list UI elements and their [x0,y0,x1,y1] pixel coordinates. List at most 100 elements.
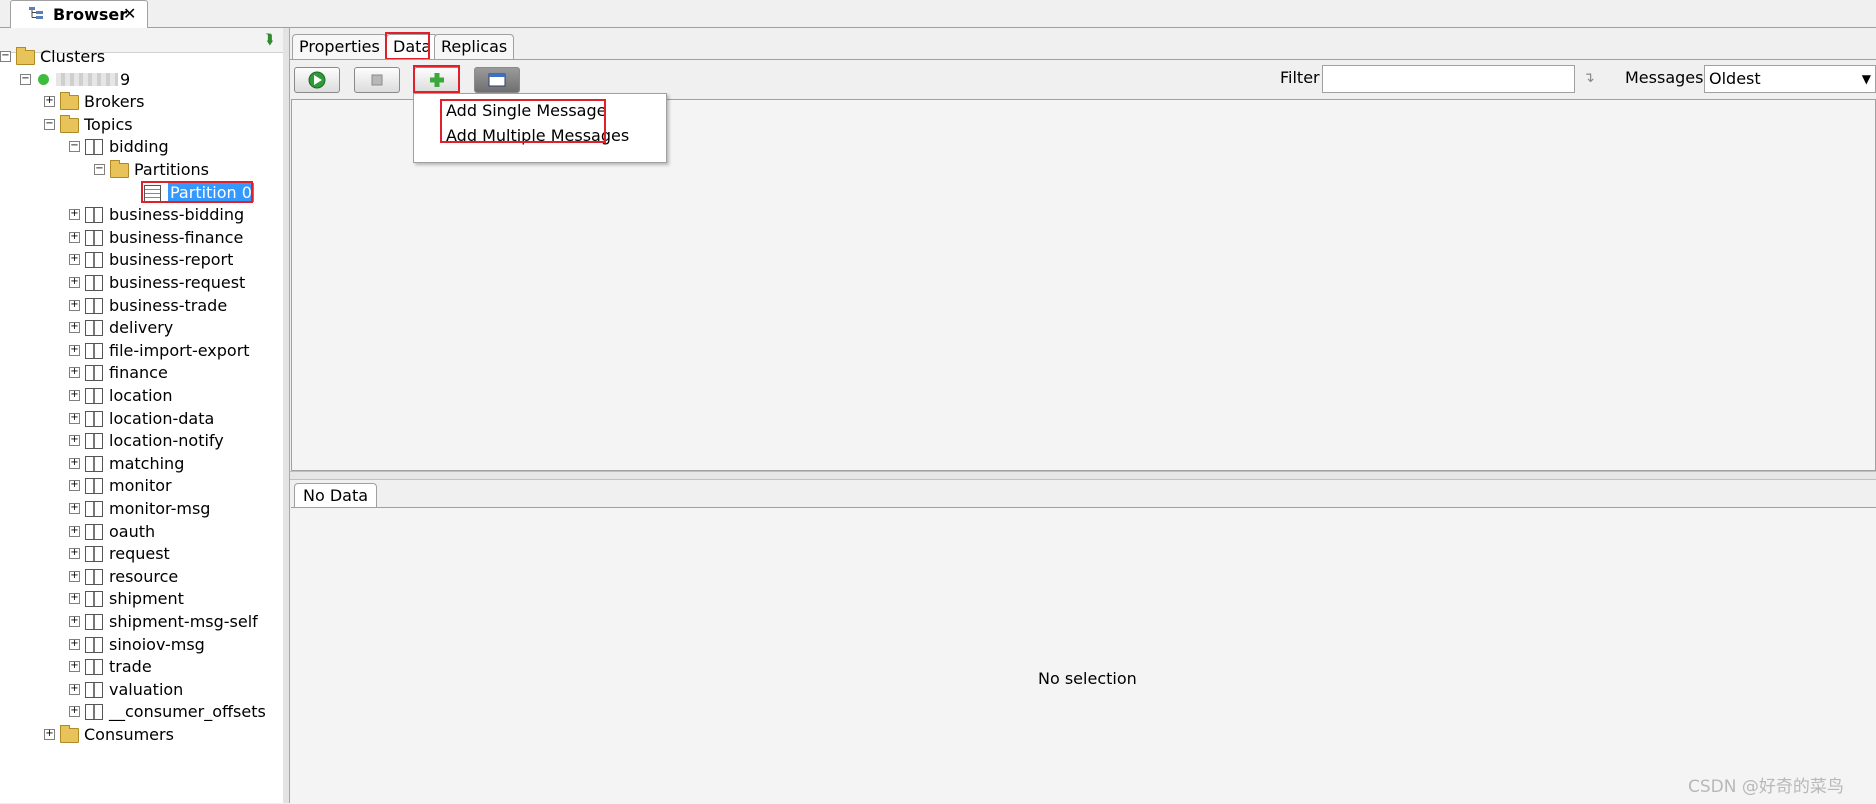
topic-book-icon [85,523,103,540]
expand-icon[interactable]: + [69,209,80,221]
messages-select[interactable]: Oldest ▼ [1704,65,1876,93]
folder-icon [60,114,79,133]
expand-icon[interactable]: + [69,638,80,650]
expand-icon[interactable]: + [69,706,80,718]
add-message-button[interactable] [414,67,460,93]
expand-icon[interactable]: + [69,299,80,311]
tab-replicas[interactable]: Replicas [434,34,515,59]
filter-input[interactable] [1322,65,1575,93]
tree-node-partitions[interactable]: − Partitions [0,159,283,181]
expand-icon[interactable]: + [69,435,80,447]
tree-node-label: monitor-msg [109,499,211,518]
play-icon [308,71,326,89]
tree-node-topic[interactable]: + location [0,385,283,407]
browser-tab[interactable]: Browser ✕ [10,0,148,28]
expand-icon[interactable]: + [69,412,80,424]
expand-icon[interactable]: + [69,322,80,334]
tree-node-topic[interactable]: + file-import-export [0,340,283,362]
expand-icon[interactable]: + [69,570,80,582]
expand-icon[interactable]: + [69,390,80,401]
tree-node-topic[interactable]: + matching [0,453,283,475]
expand-icon[interactable]: + [69,254,80,266]
status-online-icon [38,73,49,85]
topic-book-icon [85,433,103,450]
tree-node-topic[interactable]: + monitor [0,475,283,497]
expand-icon[interactable]: + [69,367,80,379]
tree-node-topic[interactable]: + request [0,543,283,565]
tree-node-topic[interactable]: + business-bidding [0,204,283,226]
expand-icon[interactable]: + [69,344,80,356]
expand-icon[interactable]: + [69,616,80,627]
tab-properties[interactable]: Properties [292,34,387,59]
tree-node-consumers[interactable]: + Consumers [0,724,283,746]
expand-icon[interactable]: + [69,525,80,537]
tree-node-topic[interactable]: + location-notify [0,430,283,452]
collapse-icon[interactable]: − [94,164,105,175]
apply-filter-icon[interactable]: ↴ [1583,70,1599,86]
expand-icon[interactable]: + [69,593,80,605]
folder-icon [110,160,129,178]
menu-item-add-multiple-messages[interactable]: Add Multiple Messages [446,126,629,145]
expand-icon[interactable]: + [69,457,80,469]
tree-node-brokers[interactable]: + Brokers [0,91,283,113]
tree-node-topic[interactable]: + trade [0,656,283,678]
topic-book-icon [85,568,103,585]
tree-node-topic[interactable]: + business-report [0,249,283,271]
topic-book-icon [85,659,103,676]
tree-node-topic[interactable]: + location-data [0,408,283,430]
tree-node-label: location-data [109,408,215,428]
expand-icon[interactable]: + [69,683,80,695]
expand-icon[interactable]: + [69,661,80,673]
message-detail-area: No selection [291,507,1876,804]
tree-node-topic[interactable]: + oauth [0,521,283,543]
tree-node-topic[interactable]: + resource [0,566,283,588]
tree-node-label: valuation [109,679,184,699]
tree-node-topic[interactable]: + sinoiov-msg [0,634,283,656]
expand-icon[interactable]: + [69,480,80,492]
partition-icon [144,184,161,202]
topic-book-icon [85,139,103,156]
tab-divider [290,59,1876,60]
tree-node-topic[interactable]: + business-finance [0,227,283,249]
expand-icon[interactable]: + [69,231,80,243]
horizontal-splitter[interactable] [290,471,1876,480]
collapse-icon[interactable]: − [69,141,80,153]
tree-node-topic[interactable]: + business-request [0,272,283,294]
topic-book-icon [85,275,103,291]
tab-data[interactable]: Data [386,34,439,59]
close-tab-icon[interactable]: ✕ [123,4,136,23]
expand-icon[interactable]: + [44,729,55,740]
tree-node-topic[interactable]: + shipment-msg-self [0,611,283,633]
topic-book-icon [85,704,103,721]
vertical-splitter[interactable] [283,28,290,803]
tree-node-label: file-import-export [109,340,250,360]
tree-node-label: oauth [109,521,156,541]
menu-item-add-single-message[interactable]: Add Single Message [446,101,606,120]
tab-no-data[interactable]: No Data [294,483,378,508]
tree-node-clusters[interactable]: − Clusters [0,46,283,68]
tree-node-partition[interactable]: Partition 0 [0,180,283,204]
tree-node-topic[interactable]: + shipment [0,588,283,610]
stop-icon [371,74,383,86]
tree-node-topic[interactable]: + valuation [0,679,283,701]
expand-icon[interactable]: + [69,503,80,514]
watermark: CSDN @好奇的菜鸟 [1688,777,1844,797]
tree-node-cluster[interactable]: −9 [0,69,283,91]
tree-node-topic[interactable]: − bidding [0,136,283,158]
tree-node-topic[interactable]: + monitor-msg [0,498,283,520]
stop-button[interactable] [354,67,400,93]
collapse-icon[interactable]: − [44,118,55,130]
tree-node-topic[interactable]: + delivery [0,317,283,339]
tree-node-topic[interactable]: + __consumer_offsets [0,701,283,723]
expand-icon[interactable]: + [44,96,55,108]
expand-icon[interactable]: + [69,548,80,560]
collapse-icon[interactable]: − [20,73,31,85]
tree-node-topic[interactable]: + business-trade [0,295,283,317]
view-options-button[interactable] [474,67,520,93]
tree-node-topics[interactable]: − Topics [0,114,283,136]
tree-node-topic[interactable]: + finance [0,362,283,384]
collapse-icon[interactable]: − [0,51,11,62]
refresh-button[interactable] [294,67,340,93]
tree-node-label: bidding [109,137,169,157]
expand-icon[interactable]: + [69,277,80,288]
